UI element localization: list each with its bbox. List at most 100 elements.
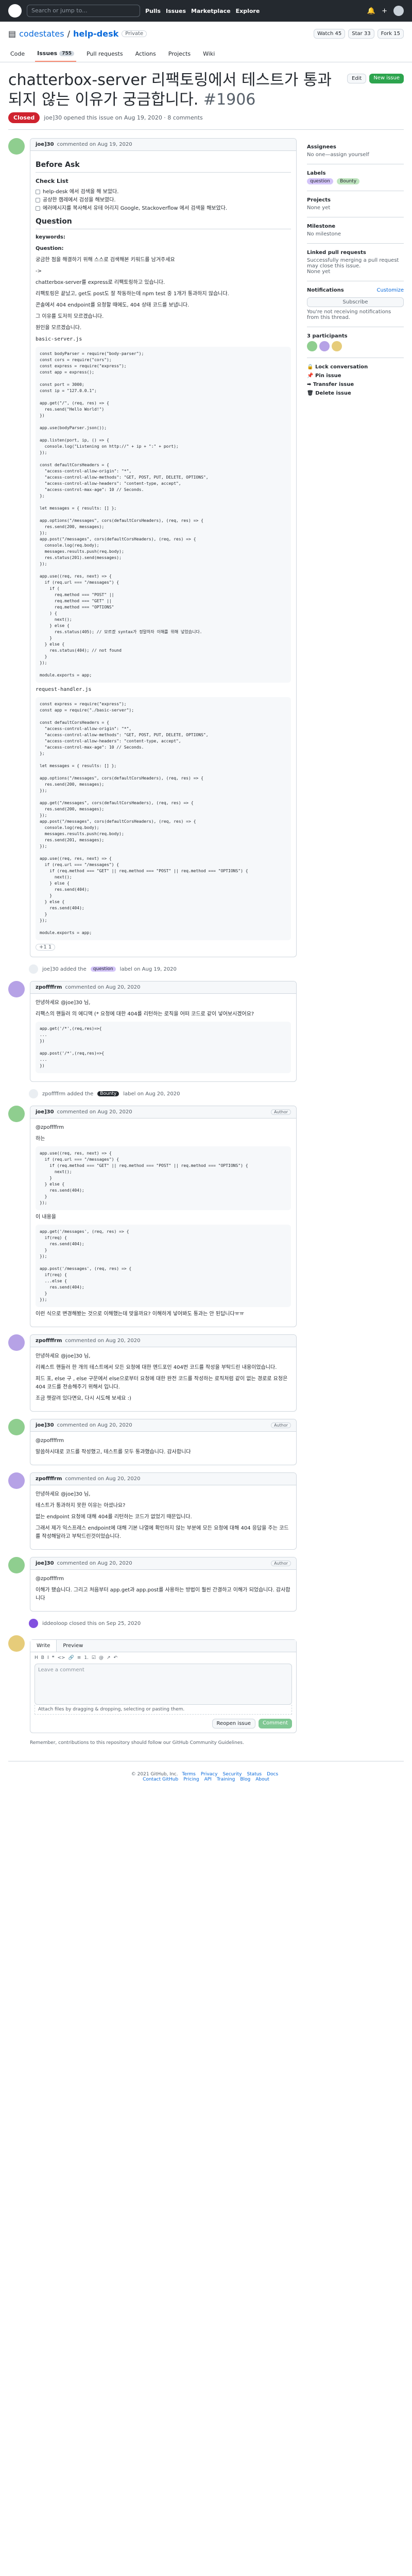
tab-projects[interactable]: Projects — [166, 46, 193, 62]
nav-explore[interactable]: Explore — [236, 8, 260, 14]
link-icon[interactable]: 🔗 — [68, 1655, 74, 1660]
tag-icon — [29, 964, 38, 974]
plus-icon[interactable]: + — [382, 7, 387, 15]
avatar[interactable] — [8, 1472, 25, 1489]
nav-marketplace[interactable]: Marketplace — [191, 8, 231, 14]
comment-button[interactable]: Comment — [259, 1719, 292, 1729]
label-question[interactable]: question — [90, 967, 116, 972]
customize-link[interactable]: Customize — [377, 287, 404, 295]
comment-author[interactable]: joe]30 — [36, 1422, 54, 1428]
avatar[interactable] — [332, 341, 342, 351]
bold-icon[interactable]: B — [41, 1655, 44, 1660]
tab-pull-requests[interactable]: Pull requests — [84, 46, 125, 62]
comment-author[interactable]: zpoffffrm — [36, 1476, 62, 1482]
tab-write[interactable]: Write — [30, 1640, 57, 1652]
comment-author[interactable]: zpoffffrm — [36, 1338, 62, 1344]
sidebar-heading[interactable]: Labels — [307, 171, 404, 176]
sidebar-heading[interactable]: Milestone — [307, 224, 404, 229]
comment-2: zpoffffrm commented on Aug 20, 2020 안녕하세요… — [8, 981, 297, 1082]
code-block: app.get('/messages', (req, res) => { if(… — [36, 1225, 291, 1308]
sidebar: Assignees No one—assign yourself Labels q… — [307, 138, 404, 1745]
comment-author[interactable]: zpoffffrm — [36, 985, 62, 990]
issue-title: chatterbox-server 리팩토링에서 테스트가 통과되지 않는 이유… — [8, 71, 332, 109]
sidebar-heading[interactable]: Assignees — [307, 144, 404, 150]
avatar[interactable] — [8, 1106, 25, 1123]
checkbox-icon[interactable] — [36, 206, 40, 211]
repo-icon: ▤ — [8, 29, 16, 39]
tab-actions[interactable]: Actions — [133, 46, 158, 62]
label-question[interactable]: question — [307, 178, 333, 184]
checklist-item: 에러메시지를 복사해서 유테 어리지 Google, Stackoverflow… — [36, 205, 291, 213]
avatar[interactable] — [8, 981, 25, 998]
reply-icon[interactable]: ↶ — [114, 1655, 118, 1660]
code-block: app.get('/*',(req,res)=>{ ... }) app.pos… — [36, 1022, 291, 1074]
watch-button[interactable]: Watch 45 — [314, 29, 346, 39]
github-logo-icon[interactable] — [8, 4, 22, 18]
repo-owner-link[interactable]: codestates — [19, 29, 64, 39]
tag-icon — [29, 1089, 38, 1099]
avatar[interactable] — [319, 341, 330, 351]
avatar[interactable] — [8, 1635, 25, 1652]
comment-1: joe]30 commented on Aug 19, 2020 Before A… — [8, 138, 297, 958]
code-block: const bodyParser = require("body-parser"… — [36, 347, 291, 683]
delete-issue[interactable]: 🗑 Delete issue — [307, 391, 404, 396]
comment-author[interactable]: joe]30 — [36, 142, 54, 147]
tab-preview[interactable]: Preview — [57, 1640, 89, 1652]
visibility-badge: Private — [122, 30, 147, 37]
numbered-list-icon[interactable]: 1. — [84, 1655, 89, 1660]
subscribe-button[interactable]: Subscribe — [307, 297, 404, 307]
lock-conversation[interactable]: 🔒 Lock conversation — [307, 364, 404, 370]
checkbox-icon[interactable] — [36, 198, 40, 203]
guidelines-note: Remember, contributions to this reposito… — [30, 1740, 244, 1746]
pin-issue[interactable]: 📌 Pin issue — [307, 373, 404, 379]
tab-issues[interactable]: Issues 755 — [35, 46, 76, 62]
closed-icon — [29, 1619, 38, 1629]
comment-textarea[interactable]: Leave a comment — [35, 1664, 292, 1705]
code-icon[interactable]: <> — [57, 1655, 65, 1660]
heading-icon[interactable]: H — [35, 1655, 38, 1660]
checklist-item: 공상한 캠레에서 검성을 해보였다. — [36, 196, 291, 205]
new-issue-button[interactable]: New issue — [369, 74, 404, 83]
avatar[interactable] — [8, 1334, 25, 1351]
heading: Before Ask — [36, 159, 291, 173]
tab-code[interactable]: Code — [8, 46, 27, 62]
task-list-icon[interactable]: ☑ — [92, 1655, 96, 1660]
reaction-button[interactable]: +1 1 — [36, 944, 56, 951]
fork-button[interactable]: Fork 15 — [377, 29, 404, 39]
search-input[interactable]: Search or jump to... — [27, 5, 140, 17]
timeline-event: joe]30 added the question label on Aug 1… — [29, 964, 297, 974]
quote-icon[interactable]: ❝ — [52, 1655, 55, 1660]
italic-icon[interactable]: I — [47, 1655, 49, 1660]
repo-name-link[interactable]: help-desk — [73, 29, 118, 39]
attach-files[interactable]: Attach files by dragging & dropping, sel… — [35, 1705, 292, 1715]
label-bounty[interactable]: Bounty — [337, 178, 360, 184]
label-bounty[interactable]: Bounty — [97, 1091, 119, 1097]
nav-pulls[interactable]: Pulls — [145, 8, 161, 14]
avatar[interactable] — [8, 1419, 25, 1436]
sidebar-heading[interactable]: Projects — [307, 197, 404, 203]
avatar[interactable] — [8, 1557, 25, 1574]
reference-icon[interactable]: ↗ — [107, 1655, 111, 1660]
mention-icon[interactable]: @ — [99, 1655, 104, 1660]
avatar[interactable] — [8, 138, 25, 155]
edit-button[interactable]: Edit — [347, 74, 367, 83]
nav-issues[interactable]: Issues — [166, 8, 186, 14]
timeline-event: zpoffffrm added the Bounty label on Aug … — [29, 1089, 297, 1099]
filename: basic-server.js — [36, 336, 82, 343]
comment-author[interactable]: joe]30 — [36, 1109, 54, 1115]
heading: Check List — [36, 178, 68, 185]
tab-wiki[interactable]: Wiki — [201, 46, 217, 62]
bell-icon[interactable]: 🔔 — [367, 7, 375, 15]
timeline: joe]30 commented on Aug 19, 2020 Before A… — [8, 138, 297, 1745]
list-icon[interactable]: ≡ — [77, 1655, 81, 1660]
avatar[interactable] — [307, 341, 317, 351]
filename: request-handler.js — [36, 687, 92, 693]
comment-author[interactable]: joe]30 — [36, 1561, 54, 1566]
reopen-issue-button[interactable]: Reopen issue — [212, 1719, 255, 1729]
comment-7: joe]30 commented on Aug 20, 2020 Author @z… — [8, 1557, 297, 1612]
sidebar-heading[interactable]: Linked pull requests — [307, 250, 404, 256]
avatar[interactable] — [393, 6, 404, 16]
checkbox-icon[interactable] — [36, 190, 40, 195]
transfer-issue[interactable]: ➡ Transfer issue — [307, 382, 404, 387]
star-button[interactable]: Star 33 — [348, 29, 374, 39]
